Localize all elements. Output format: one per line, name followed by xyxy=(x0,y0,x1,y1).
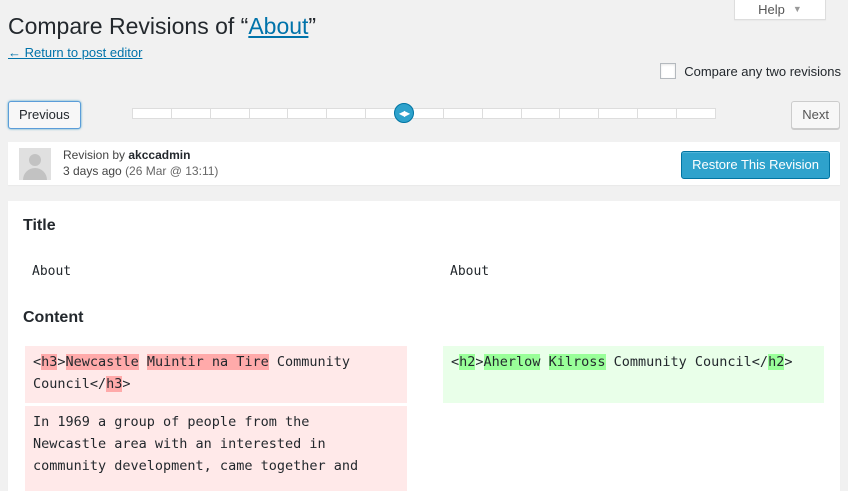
post-title-link[interactable]: About xyxy=(248,13,308,39)
slider-tick[interactable] xyxy=(677,109,715,118)
slider-tick[interactable] xyxy=(522,109,561,118)
title-left: About xyxy=(32,264,72,279)
arrows-left-right-icon: ◀▶ xyxy=(398,108,410,118)
revision-date-exact: (26 Mar @ 13:11) xyxy=(125,164,219,178)
slider-tick[interactable] xyxy=(133,109,172,118)
page-title-suffix: ” xyxy=(308,13,317,39)
slider-tick[interactable] xyxy=(288,109,328,118)
slider-tick[interactable] xyxy=(250,109,289,118)
title-heading: Title xyxy=(23,217,56,234)
slider-handle[interactable]: ◀▶ xyxy=(394,103,414,123)
slider-tick[interactable] xyxy=(483,109,522,118)
previous-button[interactable]: Previous xyxy=(8,101,81,129)
diff-panel: Title About About Content <h3>Newcastle … xyxy=(8,201,840,491)
revision-ago: 3 days ago xyxy=(63,164,122,178)
slider-tick[interactable] xyxy=(211,109,250,118)
next-button[interactable]: Next xyxy=(791,101,840,129)
help-tab-label: Help xyxy=(758,1,785,17)
compare-any-checkbox[interactable] xyxy=(660,63,677,79)
restore-revision-button[interactable]: Restore This Revision xyxy=(681,151,830,179)
deleted-line-heading: <h3>Newcastle Muintir na Tire Community C… xyxy=(25,346,407,403)
page-title: Compare Revisions of “About” xyxy=(8,10,316,42)
slider-tick[interactable] xyxy=(638,109,678,118)
revision-author: akccadmin xyxy=(128,148,191,162)
revision-author-line: Revision by akccadmin xyxy=(63,147,218,163)
slider-tick[interactable] xyxy=(327,109,367,118)
content-heading: Content xyxy=(23,309,84,326)
title-right: About xyxy=(450,264,490,279)
revision-info-bar: Revision by akccadmin 3 days ago (26 Mar… xyxy=(8,142,840,185)
caret-down-icon: ▼ xyxy=(792,4,802,14)
revision-meta: Revision by akccadmin 3 days ago (26 Mar… xyxy=(63,147,218,179)
inserted-line-heading: <h2>Aherlow Kilross Community Council</h… xyxy=(443,346,824,403)
return-to-editor-link[interactable]: ← Return to post editor xyxy=(8,45,142,60)
revision-date-line: 3 days ago (26 Mar @ 13:11) xyxy=(63,163,218,179)
deleted-line-paragraph: In 1969 a group of people from the Newcas… xyxy=(25,406,407,491)
page-title-prefix: Compare Revisions of “ xyxy=(8,13,249,39)
revision-by-label: Revision by xyxy=(63,148,129,162)
revision-slider-track[interactable] xyxy=(132,108,716,119)
slider-tick[interactable] xyxy=(172,109,211,118)
slider-tick[interactable] xyxy=(599,109,639,118)
slider-tick[interactable] xyxy=(560,109,600,118)
compare-any-label: Compare any two revisions xyxy=(684,63,841,79)
slider-tick[interactable] xyxy=(444,109,483,118)
avatar xyxy=(19,148,51,180)
help-tab[interactable]: Help ▼ xyxy=(734,0,826,20)
compare-any-toggle[interactable]: Compare any two revisions xyxy=(660,63,841,79)
